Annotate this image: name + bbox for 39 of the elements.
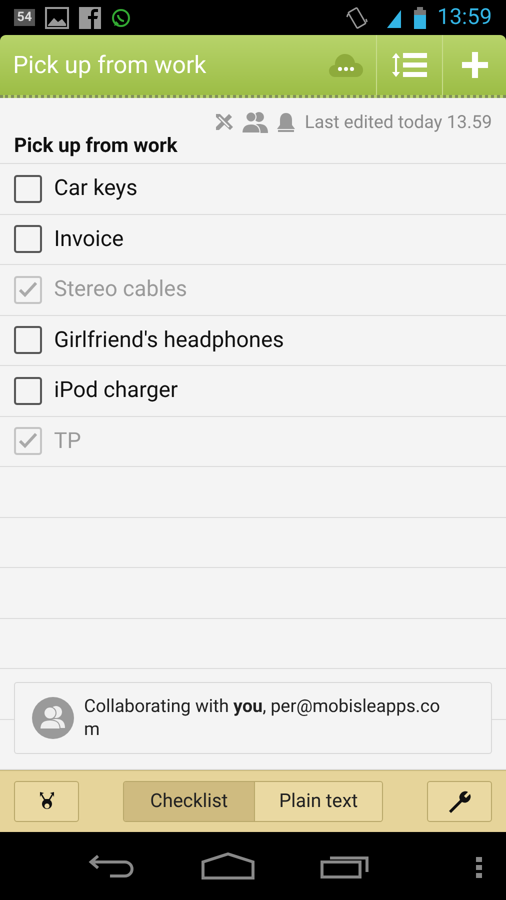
settings-button[interactable] [427, 781, 492, 822]
overflow-menu-icon[interactable] [475, 857, 483, 879]
item-text: Girlfriend's headphones [54, 326, 284, 355]
checkbox[interactable] [14, 174, 42, 203]
collaboration-text: Collaborating with you, per@mobisleapps.com [84, 695, 441, 741]
vibrate-icon [345, 6, 370, 30]
item-text: Car keys [54, 175, 138, 204]
notification-count: 54 [14, 9, 35, 26]
item-text: iPod charger [54, 377, 178, 406]
note-title: Pick up from work [13, 50, 206, 81]
status-time: 13:59 [437, 6, 492, 28]
home-icon[interactable] [201, 852, 255, 880]
facebook-icon [78, 6, 101, 28]
mode-tab[interactable]: Checklist [124, 782, 254, 821]
checkbox[interactable] [14, 376, 42, 405]
plus-icon [462, 52, 488, 78]
checkbox[interactable] [14, 225, 42, 254]
people-avatar-icon [32, 697, 74, 739]
chat-bubble-icon [110, 8, 131, 28]
checkmark-icon [19, 433, 37, 450]
back-icon[interactable] [88, 853, 136, 879]
checklist-title: Pick up from work [14, 135, 178, 155]
wrench-icon [446, 788, 472, 814]
item-text: Stereo cables [54, 276, 188, 304]
item-text: TP [54, 428, 82, 456]
item-text: Invoice [54, 226, 124, 254]
last-edited-text: Last edited today 13.59 [304, 110, 492, 134]
battery-icon [413, 6, 428, 30]
checkbox[interactable] [14, 326, 42, 354]
checkmark-icon [19, 282, 37, 298]
cloud-sync-icon[interactable] [329, 53, 363, 77]
people-icon[interactable] [240, 111, 269, 133]
checkbox[interactable] [14, 276, 42, 304]
image-icon [44, 6, 69, 28]
share-button[interactable] [14, 781, 79, 822]
sort-icon [390, 51, 428, 79]
checkbox[interactable] [14, 427, 42, 456]
mode-tab[interactable]: Plain text [254, 782, 382, 821]
bell-icon[interactable] [274, 111, 297, 133]
